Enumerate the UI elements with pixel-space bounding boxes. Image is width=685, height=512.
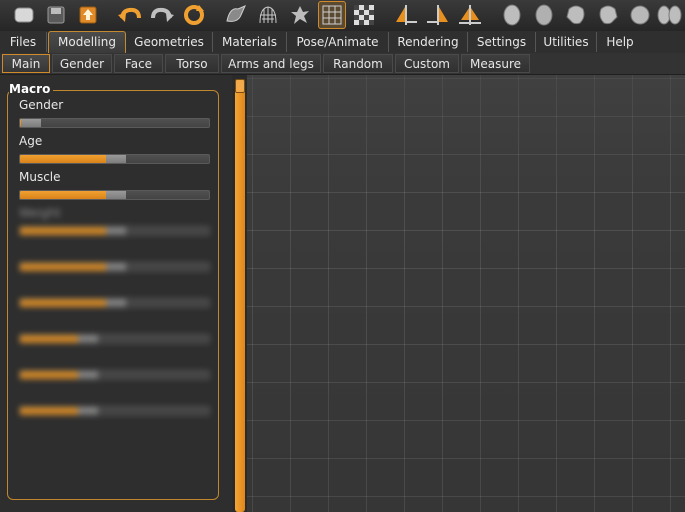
scrollbar-thumb[interactable] — [235, 79, 245, 512]
slider-handle[interactable] — [21, 119, 41, 127]
scroll-up-arrow-icon[interactable] — [235, 79, 245, 93]
slider-fill — [20, 299, 106, 307]
subtab-torso[interactable]: Torso — [165, 54, 219, 73]
smooth-icon[interactable] — [222, 1, 250, 29]
back-view-icon[interactable] — [530, 1, 558, 29]
slider-handle[interactable] — [106, 191, 126, 199]
subtab-custom[interactable]: Custom — [395, 54, 459, 73]
slider-fill — [20, 335, 78, 343]
3d-viewport[interactable] — [247, 75, 685, 512]
pose-icon[interactable] — [286, 1, 314, 29]
panel-scrollbar[interactable] — [233, 75, 247, 512]
undo-icon[interactable] — [116, 1, 144, 29]
viewport-shading — [247, 75, 685, 512]
slider-handle[interactable] — [106, 227, 126, 235]
tab-settings[interactable]: Settings — [468, 32, 536, 52]
slider-handle[interactable] — [78, 371, 98, 379]
slider-label-weight: Weight — [19, 206, 61, 220]
gender-slider[interactable] — [19, 118, 210, 128]
reset-icon[interactable] — [180, 1, 208, 29]
macro-title: Macro — [9, 82, 54, 96]
slider-handle[interactable] — [106, 155, 126, 163]
symmetry-right-icon[interactable] — [392, 1, 420, 29]
main-menu-tabs: Files Modelling Geometries Materials Pos… — [0, 31, 685, 54]
modelling-subtabs: Main Gender Face Torso Arms and legs Ran… — [0, 53, 685, 75]
blurred-slider[interactable] — [19, 334, 210, 344]
slider-fill — [20, 191, 106, 199]
slider-fill — [20, 263, 106, 271]
age-slider[interactable] — [19, 154, 210, 164]
slider-handle[interactable] — [106, 263, 126, 271]
macro-group-box — [7, 90, 219, 500]
tab-help[interactable]: Help — [597, 32, 643, 52]
slider-label-age: Age — [19, 134, 43, 148]
tab-modelling[interactable]: Modelling — [48, 31, 126, 53]
front-view-icon[interactable] — [498, 1, 526, 29]
blurred-slider[interactable] — [19, 298, 210, 308]
export-icon[interactable] — [74, 1, 102, 29]
blurred-slider[interactable] — [19, 406, 210, 416]
tab-geometries[interactable]: Geometries — [126, 32, 213, 52]
slider-handle[interactable] — [78, 335, 98, 343]
subtab-face[interactable]: Face — [114, 54, 163, 73]
subtab-gender[interactable]: Gender — [52, 54, 112, 73]
slider-handle[interactable] — [78, 407, 98, 415]
tab-materials[interactable]: Materials — [213, 32, 287, 52]
tab-utilities[interactable]: Utilities — [536, 32, 597, 52]
symmetry-left-icon[interactable] — [424, 1, 452, 29]
grid-icon[interactable] — [318, 1, 346, 29]
redo-icon[interactable] — [148, 1, 176, 29]
tab-files[interactable]: Files — [0, 32, 47, 52]
tab-rendering[interactable]: Rendering — [389, 32, 468, 52]
muscle-slider[interactable] — [19, 190, 210, 200]
subtab-main[interactable]: Main — [2, 54, 50, 73]
top-view-icon[interactable] — [626, 1, 654, 29]
subtab-random[interactable]: Random — [323, 54, 393, 73]
slider-fill — [20, 371, 78, 379]
slider-handle[interactable] — [106, 299, 126, 307]
slider-label-gender: Gender — [19, 98, 64, 112]
checker-icon[interactable] — [350, 1, 378, 29]
slider-fill — [20, 227, 106, 235]
macro-panel: Macro Gender Age Muscle Weight — [0, 75, 232, 512]
blurred-slider[interactable] — [19, 262, 210, 272]
symmetry-icon[interactable] — [456, 1, 484, 29]
left-view-icon[interactable] — [562, 1, 590, 29]
subtab-measure[interactable]: Measure — [461, 54, 530, 73]
slider-label-muscle: Muscle — [19, 170, 61, 184]
bottom-view-icon[interactable] — [655, 1, 683, 29]
slider-fill — [20, 407, 78, 415]
wireframe-icon[interactable] — [254, 1, 282, 29]
right-view-icon[interactable] — [594, 1, 622, 29]
new-file-icon[interactable] — [10, 1, 38, 29]
blurred-slider[interactable] — [19, 370, 210, 380]
tab-pose-animate[interactable]: Pose/Animate — [287, 32, 389, 52]
main-toolbar — [0, 0, 685, 31]
subtab-arms-and-legs[interactable]: Arms and legs — [221, 54, 321, 73]
weight-slider[interactable] — [19, 226, 210, 236]
save-icon[interactable] — [42, 1, 70, 29]
slider-fill — [20, 155, 106, 163]
